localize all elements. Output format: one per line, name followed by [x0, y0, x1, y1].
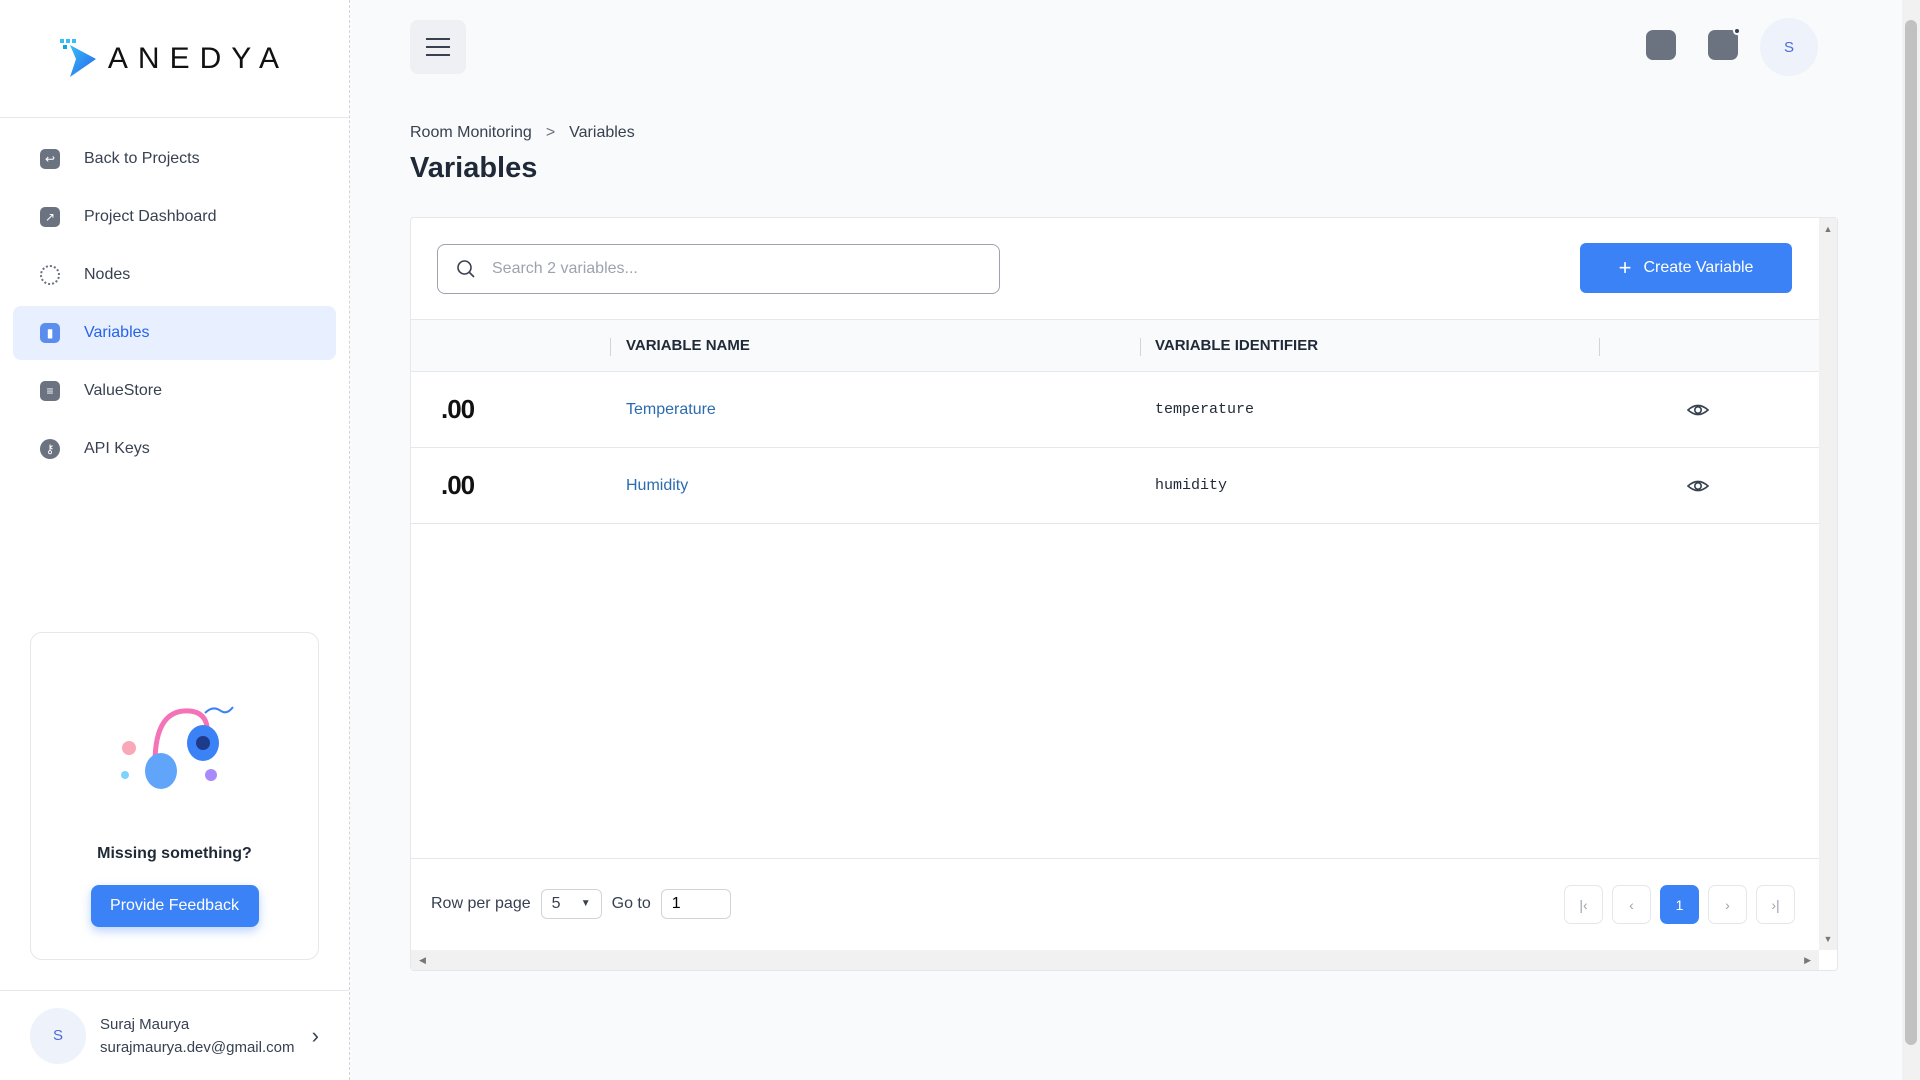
- table-row: .00 Temperature temperature: [411, 372, 1819, 448]
- variables-panel: + Create Variable VARIABLE NAME VARIABLE…: [410, 217, 1838, 971]
- last-page-button[interactable]: ›|: [1756, 885, 1795, 924]
- breadcrumb-separator-icon: >: [545, 124, 556, 141]
- sidebar-item-valuestore[interactable]: ≡ ValueStore: [13, 364, 336, 418]
- chevron-right-icon[interactable]: ›: [312, 1023, 319, 1049]
- sidebar: ANEDYA ↩ Back to Projects ↗ Project Dash…: [0, 0, 350, 1080]
- provide-feedback-button[interactable]: Provide Feedback: [90, 885, 259, 927]
- column-divider: [1599, 338, 1600, 356]
- variable-name-link[interactable]: Humidity: [626, 477, 688, 495]
- bar-chart-icon: ▮: [40, 323, 60, 343]
- scroll-up-icon[interactable]: ▲: [1824, 224, 1833, 234]
- user-name: Suraj Maurya: [100, 1015, 190, 1033]
- breadcrumb-parent[interactable]: Room Monitoring: [410, 124, 532, 142]
- first-page-button[interactable]: |‹: [1564, 885, 1603, 924]
- next-page-button[interactable]: ›: [1708, 885, 1747, 924]
- scroll-left-icon[interactable]: ◀: [419, 955, 426, 966]
- feedback-illustration: [115, 693, 235, 793]
- brand-logo[interactable]: ANEDYA: [0, 0, 349, 118]
- column-header-variable-identifier[interactable]: VARIABLE IDENTIFIER: [1155, 337, 1318, 354]
- key-icon: ⚷: [40, 439, 60, 459]
- header-avatar[interactable]: S: [1760, 18, 1818, 76]
- sidebar-item-label: Variables: [84, 324, 150, 341]
- page-title: Variables: [410, 152, 538, 184]
- pagination-controls: |‹ ‹ 1 › ›|: [1564, 885, 1795, 924]
- notifications-icon[interactable]: [1708, 27, 1741, 60]
- goto-label: Go to: [611, 894, 651, 912]
- eye-icon[interactable]: [1686, 398, 1710, 422]
- sidebar-item-api-keys[interactable]: ⚷ API Keys: [13, 422, 336, 476]
- sidebar-item-label: ValueStore: [84, 382, 162, 399]
- eye-icon[interactable]: [1686, 474, 1710, 498]
- caret-down-icon: ▼: [580, 898, 591, 909]
- sidebar-item-label: API Keys: [84, 440, 150, 457]
- table-header: VARIABLE NAME VARIABLE IDENTIFIER: [411, 319, 1819, 372]
- external-link-icon[interactable]: [1646, 30, 1676, 60]
- menu-toggle-button[interactable]: [410, 20, 466, 74]
- sidebar-item-label: Project Dashboard: [84, 208, 217, 225]
- chevron-right-icon: ›: [1725, 896, 1730, 913]
- variable-identifier: temperature: [1155, 401, 1255, 418]
- variables-table: VARIABLE NAME VARIABLE IDENTIFIER .00 Te…: [411, 319, 1819, 524]
- user-info: Suraj Maurya surajmaurya.dev@gmail.com: [100, 1013, 294, 1059]
- avatar: S: [30, 1007, 86, 1064]
- sidebar-item-nodes[interactable]: Nodes: [13, 248, 336, 302]
- search-input[interactable]: [492, 260, 972, 278]
- brand-name: ANEDYA: [107, 41, 290, 75]
- chevron-left-icon: ‹: [1629, 896, 1634, 913]
- search-box[interactable]: [437, 244, 1000, 294]
- page-scrollbar[interactable]: [1902, 0, 1920, 1080]
- sidebar-nav: ↩ Back to Projects ↗ Project Dashboard N…: [0, 118, 349, 494]
- sidebar-item-project-dashboard[interactable]: ↗ Project Dashboard: [13, 190, 336, 244]
- layers-icon: ≡: [40, 381, 60, 401]
- hamburger-icon: [426, 35, 450, 59]
- page-scrollbar-thumb[interactable]: [1905, 20, 1917, 1045]
- notification-dot: [1733, 27, 1741, 35]
- rows-per-page-select[interactable]: 5 ▼: [540, 888, 602, 919]
- last-page-icon: ›|: [1771, 896, 1780, 913]
- sidebar-item-label: Nodes: [84, 266, 131, 283]
- column-divider: [1140, 338, 1141, 356]
- rows-per-page-value: 5: [551, 894, 561, 912]
- sidebar-item-variables[interactable]: ▮ Variables: [13, 306, 336, 360]
- feedback-title: Missing something?: [97, 845, 252, 862]
- back-arrow-icon: ↩: [40, 149, 60, 169]
- column-divider: [610, 338, 611, 356]
- float-variable-icon: .00: [441, 470, 475, 500]
- create-variable-label: Create Variable: [1643, 259, 1754, 276]
- create-variable-button[interactable]: + Create Variable: [1580, 243, 1792, 293]
- sidebar-item-back-to-projects[interactable]: ↩ Back to Projects: [13, 132, 336, 186]
- chart-line-icon: ↗: [40, 207, 60, 227]
- search-icon: [457, 260, 475, 278]
- breadcrumb-current: Variables: [569, 124, 635, 141]
- scroll-right-icon[interactable]: ▶: [1804, 955, 1811, 966]
- plus-icon: +: [1618, 255, 1632, 280]
- goto-page-input[interactable]: [660, 888, 731, 919]
- prev-page-button[interactable]: ‹: [1612, 885, 1651, 924]
- user-profile[interactable]: S Suraj Maurya surajmaurya.dev@gmail.com…: [0, 990, 349, 1080]
- column-header-variable-name[interactable]: VARIABLE NAME: [626, 337, 750, 354]
- anedya-logo-icon: [59, 38, 96, 77]
- headphones-illustration-icon: [120, 706, 234, 789]
- feedback-card: Missing something? Provide Feedback: [30, 632, 319, 960]
- float-variable-icon: .00: [441, 394, 475, 424]
- scroll-down-icon[interactable]: ▼: [1824, 934, 1833, 944]
- user-email: surajmaurya.dev@gmail.com: [100, 1038, 295, 1056]
- page-number-button[interactable]: 1: [1660, 885, 1699, 924]
- rows-per-page-label: Row per page: [431, 894, 531, 912]
- breadcrumb: Room Monitoring > Variables: [410, 124, 635, 142]
- variable-identifier: humidity: [1155, 477, 1228, 494]
- first-page-icon: |‹: [1579, 896, 1588, 913]
- sidebar-item-label: Back to Projects: [84, 150, 200, 167]
- table-row: .00 Humidity humidity: [411, 448, 1819, 524]
- horizontal-scrollbar[interactable]: ◀ ▶: [411, 950, 1819, 970]
- nodes-icon: [40, 265, 60, 285]
- vertical-scrollbar[interactable]: ▲ ▼: [1819, 218, 1837, 950]
- variable-name-link[interactable]: Temperature: [626, 401, 716, 419]
- pagination-bar: Row per page 5 ▼ Go to |‹ ‹ 1 › ›|: [411, 858, 1819, 948]
